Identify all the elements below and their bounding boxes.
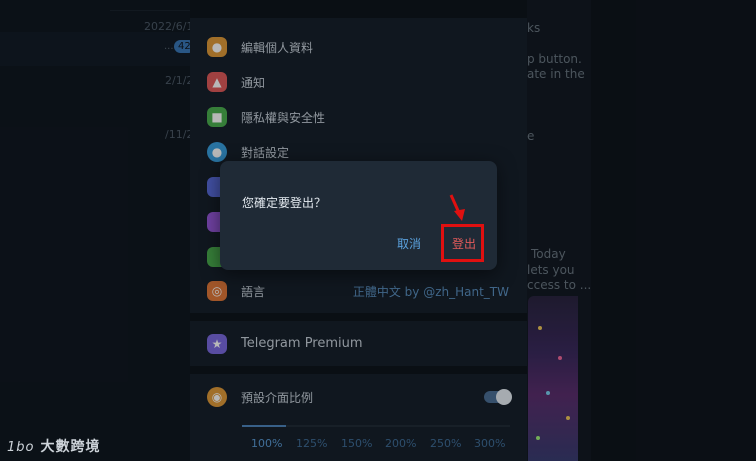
watermark: 1bo 大數跨境 <box>7 436 100 456</box>
annotation-arrow-icon <box>449 194 465 221</box>
watermark-logo: 1bo <box>7 440 35 455</box>
annotation-highlight-box <box>441 224 484 262</box>
watermark-text: 大數跨境 <box>40 439 101 455</box>
cancel-button[interactable]: 取消 <box>397 235 421 252</box>
dialog-question: 您確定要登出？ <box>242 196 327 210</box>
